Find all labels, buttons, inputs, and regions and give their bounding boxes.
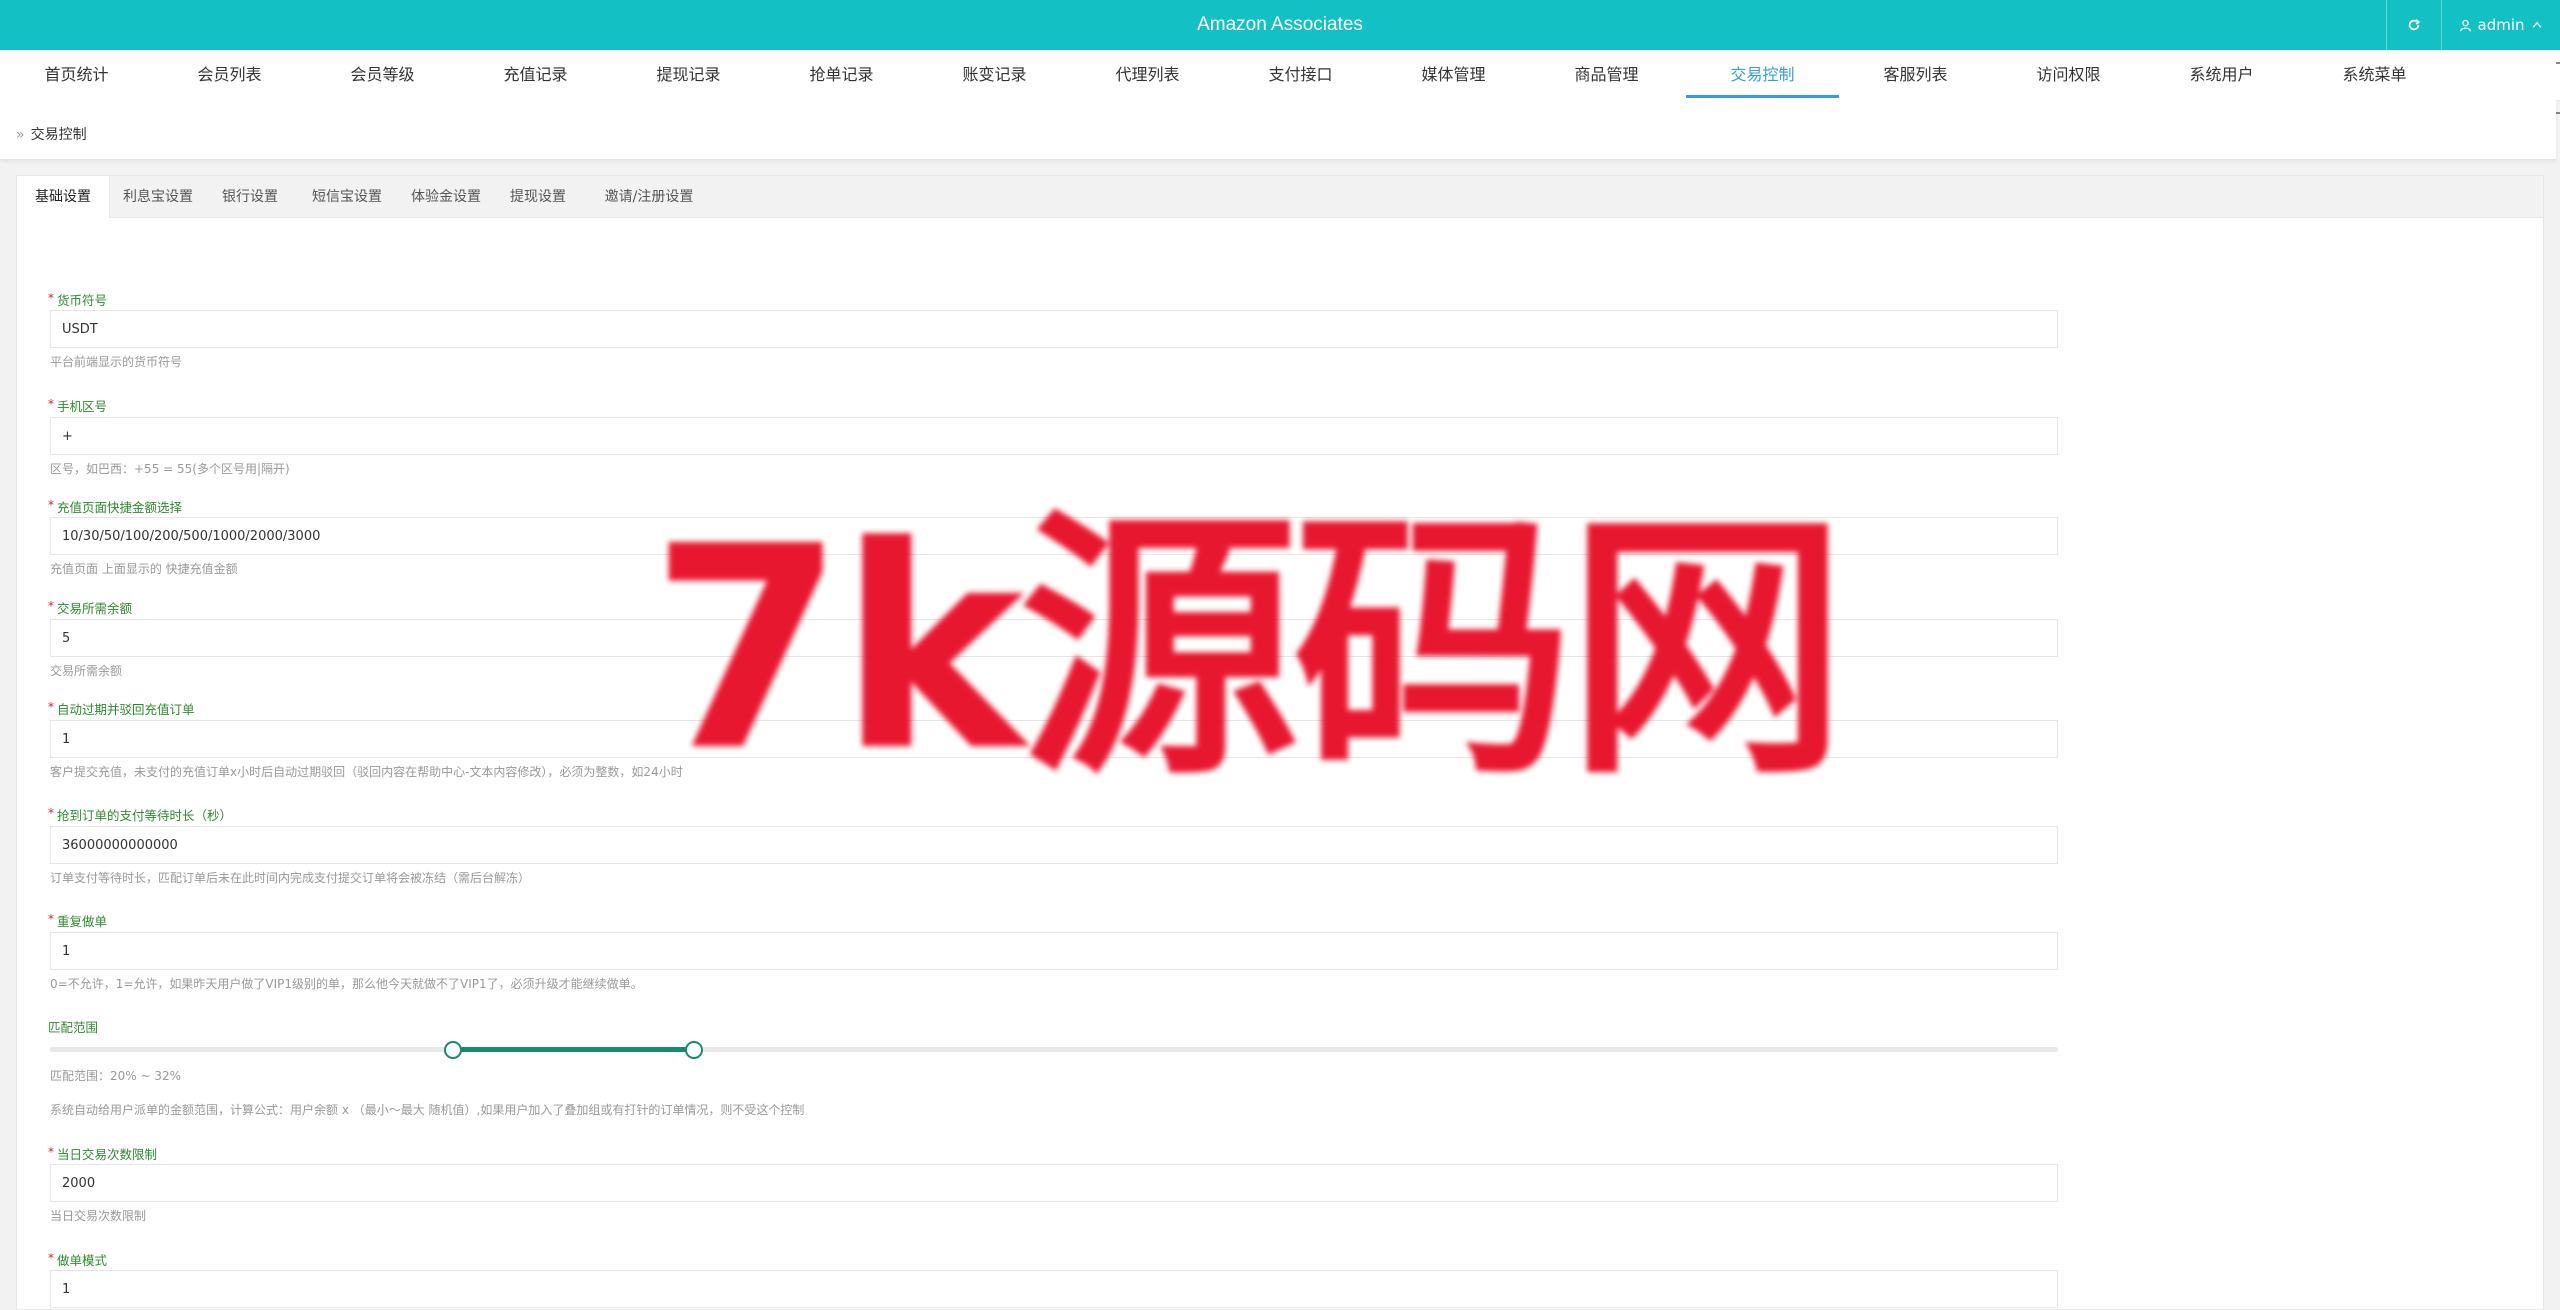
tab-invite-settings[interactable]: 邀请/注册设置 [587, 176, 711, 217]
field-label: * 充值页面快捷金额选择 [48, 498, 183, 515]
app-title: Amazon Associates [1197, 14, 1363, 35]
field-label: * 货币符号 [48, 291, 108, 308]
tab-basic-settings[interactable]: 基础设置 [17, 176, 110, 218]
nav-item-withdraw[interactable]: 提现记录 [612, 50, 765, 98]
field-help: 充值页面 上面显示的 快捷充值金额 [50, 562, 238, 576]
currency-symbol-input[interactable] [50, 310, 2058, 348]
nav-item-trade-control[interactable]: 交易控制 [1686, 50, 1839, 98]
nav-item-system-menu[interactable]: 系统菜单 [2298, 50, 2451, 98]
order-mode-input[interactable] [50, 1270, 2058, 1308]
nav-item-products[interactable]: 商品管理 [1530, 50, 1683, 98]
settings-tabs: 基础设置 利息宝设置 银行设置 短信宝设置 体验金设置 提现设置 邀请/注册设置 [17, 176, 2543, 218]
tab-sms-settings[interactable]: 短信宝设置 [297, 176, 397, 217]
breadcrumb-current: 交易控制 [30, 127, 87, 143]
tab-withdraw-settings[interactable]: 提现设置 [495, 176, 581, 217]
nav-item-system-users[interactable]: 系统用户 [2145, 50, 2298, 98]
tab-trial-settings[interactable]: 体验金设置 [401, 176, 491, 217]
match-range-slider[interactable] [50, 1041, 2058, 1059]
field-label: * 抢到订单的支付等待时长（秒） [48, 806, 233, 823]
field-label: * 手机区号 [48, 397, 108, 414]
slider-fill [451, 1047, 693, 1052]
repeat-order-input[interactable] [50, 932, 2058, 970]
field-help: 0=不允许，1=允许，如果昨天用户做了VIP1级别的单，那么他今天就做不了VIP… [50, 977, 643, 991]
main-nav: 首页统计 会员列表 会员等级 充值记录 提现记录 抢单记录 账变记录 代理列表 … [0, 50, 2560, 101]
payment-wait-input[interactable] [50, 826, 2058, 864]
user-menu[interactable]: admin [2441, 0, 2560, 50]
nav-item-media[interactable]: 媒体管理 [1377, 50, 1530, 98]
nav-item-orders[interactable]: 抢单记录 [765, 50, 918, 98]
nav-item-agents[interactable]: 代理列表 [1071, 50, 1224, 98]
double-chevron-icon: » [16, 127, 25, 143]
field-help: 当日交易次数限制 [50, 1209, 147, 1223]
slider-handle-max[interactable] [684, 1041, 703, 1059]
refresh-icon [2408, 19, 2421, 31]
nav-item-payment[interactable]: 支付接口 [1224, 50, 1377, 98]
field-label: * 当日交易次数限制 [48, 1145, 158, 1162]
tab-interest-settings[interactable]: 利息宝设置 [113, 176, 203, 217]
field-label: * 交易所需余额 [48, 599, 133, 616]
field-label: * 自动过期并驳回充值订单 [48, 700, 195, 717]
field-label: * 重复做单 [48, 912, 108, 929]
daily-limit-input[interactable] [50, 1164, 2058, 1202]
user-name: admin [2477, 16, 2525, 34]
match-range-value: 匹配范围：20% ~ 32% [50, 1069, 182, 1083]
field-help: 交易所需余额 [50, 664, 123, 678]
recharge-expiry-input[interactable] [50, 720, 2058, 758]
nav-item-permissions[interactable]: 访问权限 [1992, 50, 2145, 98]
nav-item-ledger[interactable]: 账变记录 [918, 50, 1071, 98]
quick-amounts-input[interactable] [50, 517, 2058, 555]
nav-item-recharge[interactable]: 充值记录 [459, 50, 612, 98]
field-help: 订单支付等待时长，匹配订单后未在此时间内完成支付提交订单将会被冻结（需后台解冻） [50, 871, 531, 885]
nav-item-support[interactable]: 客服列表 [1839, 50, 1992, 98]
top-header: Amazon Associates admin [0, 0, 2560, 50]
slider-handle-min[interactable] [443, 1041, 462, 1059]
required-balance-input[interactable] [50, 619, 2058, 657]
field-label: * 做单模式 [48, 1251, 108, 1268]
nav-item-members[interactable]: 会员列表 [153, 50, 306, 98]
field-help: 客户提交充值，未支付的充值订单x小时后自动过期驳回（驳回内容在帮助中心-文本内容… [50, 765, 683, 779]
refresh-button[interactable] [2386, 0, 2442, 50]
tab-bank-settings[interactable]: 银行设置 [207, 176, 293, 217]
match-range-note: 系统自动给用户派单的金额范围，计算公式：用户余额 x （最小～最大 随机值）,如… [50, 1103, 805, 1117]
nav-item-member-levels[interactable]: 会员等级 [306, 50, 459, 98]
nav-item-dashboard[interactable]: 首页统计 [0, 50, 153, 98]
field-help: 平台前端显示的货币符号 [50, 355, 183, 369]
breadcrumb: » 交易控制 [0, 100, 2556, 160]
match-range-label: 匹配范围 [48, 1020, 99, 1035]
chevron-up-icon [2532, 21, 2541, 28]
phone-area-code-input[interactable] [50, 417, 2058, 455]
user-icon [2459, 19, 2471, 31]
field-help: 区号，如巴西：+55 = 55(多个区号用|隔开) [50, 462, 290, 476]
